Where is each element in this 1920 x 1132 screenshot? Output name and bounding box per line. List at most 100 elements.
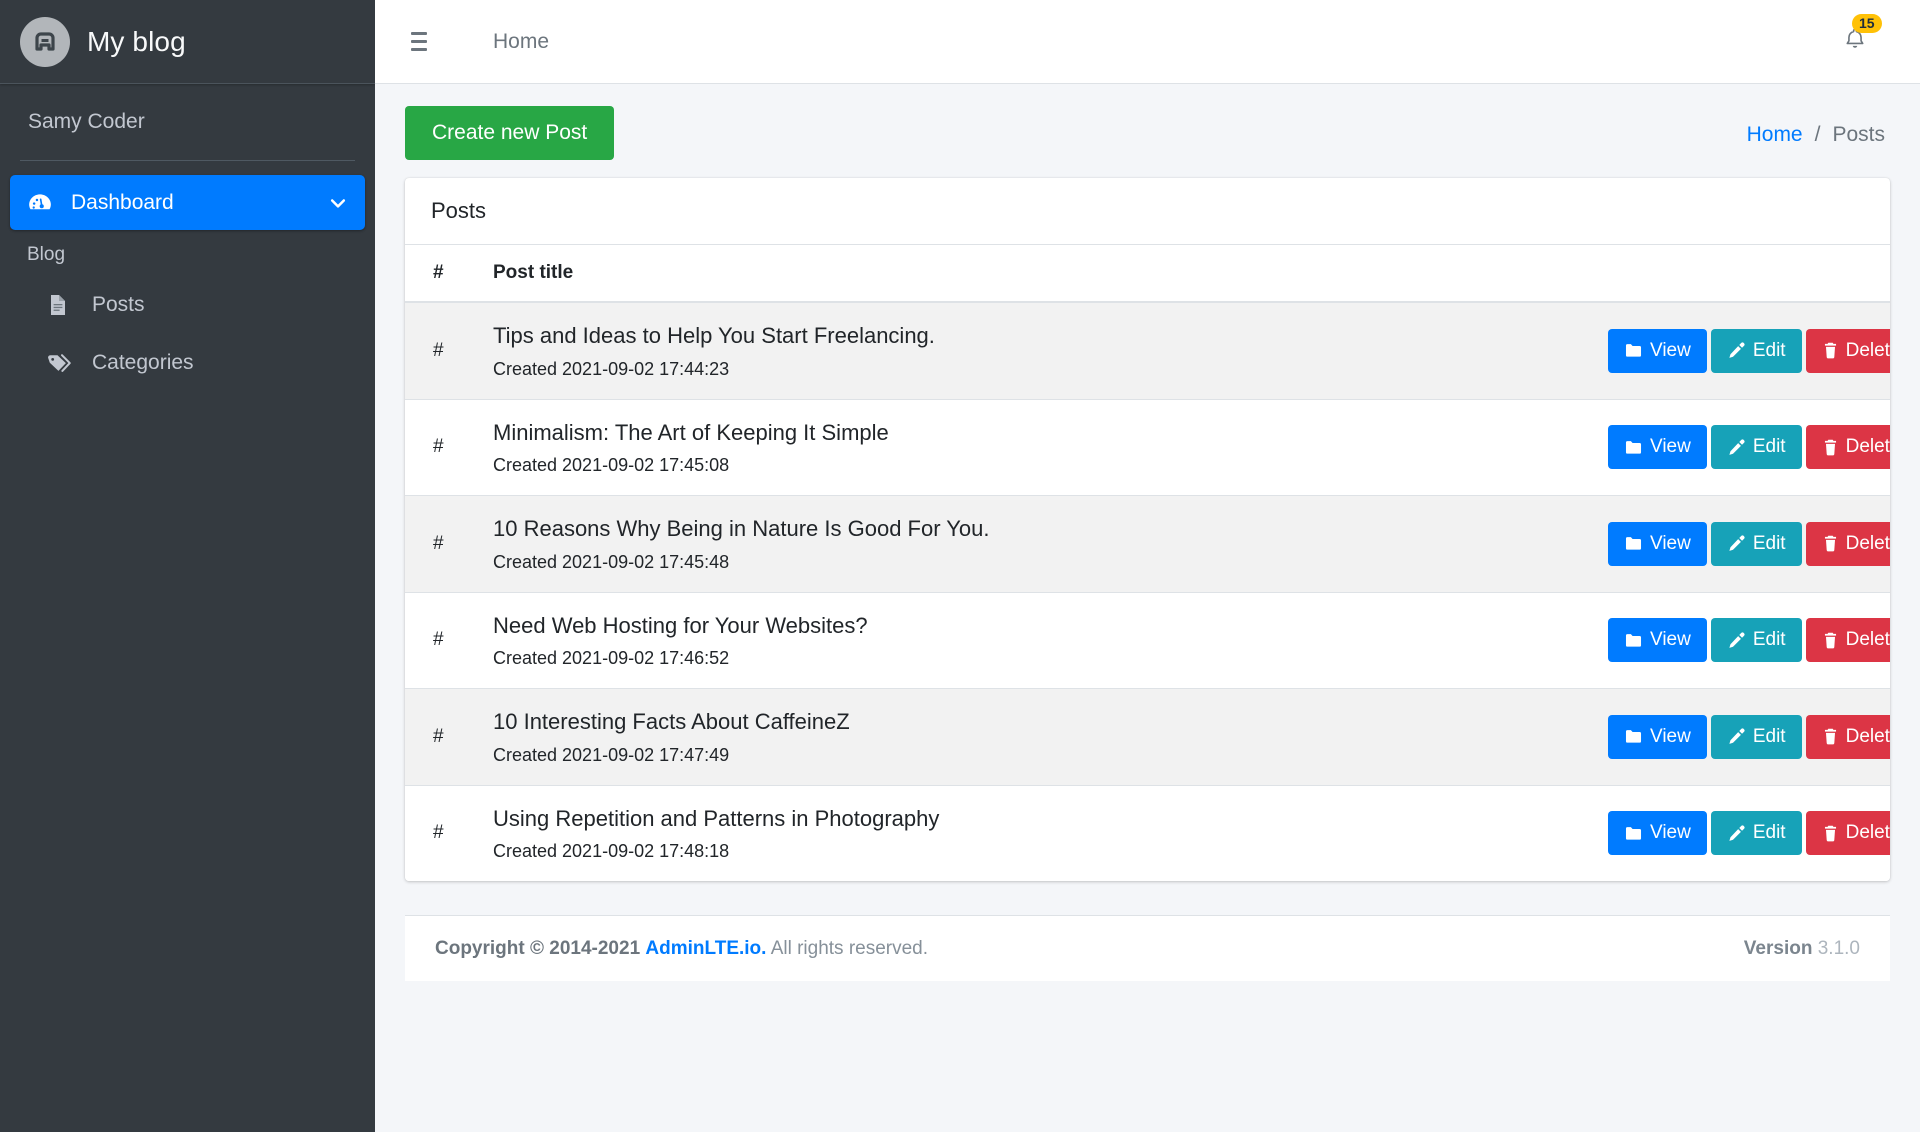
- folder-icon: [1624, 341, 1643, 360]
- pencil-icon: [1727, 534, 1746, 553]
- delete-button[interactable]: Delete: [1805, 328, 1890, 373]
- posts-table: # Post title # Tips and Ideas to Help You…: [405, 245, 1890, 881]
- delete-button[interactable]: Delete: [1805, 618, 1890, 663]
- brand-title: My blog: [87, 25, 186, 57]
- post-created-meta: Created 2021-09-02 17:45:48: [493, 551, 730, 572]
- notification-badge: 15: [1852, 14, 1882, 34]
- post-created-meta: Created 2021-09-02 17:47:49: [493, 744, 730, 765]
- row-hash: #: [405, 784, 471, 881]
- file-lines-icon: [46, 293, 80, 317]
- sidebar-item-posts[interactable]: Posts: [10, 276, 365, 334]
- trash-icon: [1822, 534, 1839, 553]
- delete-button[interactable]: Delete: [1805, 811, 1890, 856]
- column-header-title: Post title: [471, 245, 1590, 303]
- edit-button[interactable]: Edit: [1710, 811, 1802, 856]
- edit-button[interactable]: Edit: [1710, 425, 1802, 470]
- row-hash: #: [433, 339, 444, 361]
- tags-icon: [46, 351, 80, 375]
- delete-button[interactable]: Delete: [1805, 714, 1890, 759]
- delete-button-label: Delete: [1845, 822, 1890, 844]
- footer-brand-link[interactable]: AdminLTE.io.: [645, 938, 766, 959]
- row-actions: View Edit Delete: [1590, 591, 1890, 689]
- post-title: Tips and Ideas to Help You Start Freelan…: [493, 323, 935, 348]
- sidebar-nav: Dashboard Blog Posts Categories: [0, 161, 375, 1132]
- view-button[interactable]: View: [1608, 714, 1707, 759]
- sidebar-item-posts-label: Posts: [92, 293, 145, 316]
- page-footer: Copyright © 2014-2021 AdminLTE.io. All r…: [405, 915, 1890, 981]
- delete-button-label: Delete: [1845, 629, 1890, 651]
- hamburger-icon[interactable]: [405, 24, 433, 59]
- post-title: 10 Interesting Facts About CaffeineZ: [493, 709, 850, 734]
- user-panel: Samy Coder: [20, 84, 355, 161]
- content-area: Posts # Post title # Tips and Ideas to He…: [375, 178, 1920, 1132]
- edit-button-label: Edit: [1752, 629, 1786, 651]
- posts-card: Posts # Post title # Tips and Ideas to He…: [405, 178, 1890, 881]
- view-button[interactable]: View: [1608, 811, 1707, 856]
- edit-button[interactable]: Edit: [1710, 618, 1802, 663]
- breadcrumb-current: Posts: [1832, 123, 1885, 146]
- row-hash: #: [405, 495, 471, 592]
- folder-icon: [1624, 631, 1643, 650]
- delete-button-label: Delete: [1845, 532, 1890, 554]
- view-button[interactable]: View: [1608, 425, 1707, 470]
- folder-icon: [1624, 534, 1643, 553]
- breadcrumb-home[interactable]: Home: [1747, 123, 1803, 147]
- navbar-home-link[interactable]: Home: [493, 30, 549, 54]
- column-header-actions: [1590, 245, 1890, 303]
- edit-button[interactable]: Edit: [1710, 328, 1802, 373]
- row-title-cell: Minimalism: The Art of Keeping It Simple…: [471, 398, 1590, 496]
- delete-button[interactable]: Delete: [1805, 425, 1890, 470]
- row-title-cell: Using Repetition and Patterns in Photogr…: [471, 784, 1590, 881]
- sidebar-item-dashboard[interactable]: Dashboard: [10, 175, 365, 230]
- trash-icon: [1822, 631, 1839, 650]
- table-row: # Using Repetition and Patterns in Photog…: [405, 784, 1890, 881]
- sidebar: My blog Samy Coder Dashboard Blog Posts …: [0, 0, 375, 1132]
- post-created-meta: Created 2021-09-02 17:46:52: [493, 648, 730, 668]
- sidebar-item-categories[interactable]: Categories: [10, 334, 365, 392]
- row-actions: View Edit Delete: [1590, 302, 1890, 399]
- posts-table-head: # Post title: [405, 245, 1890, 303]
- circle-a-logo-icon: [20, 16, 70, 67]
- create-new-post-button[interactable]: Create new Post: [405, 106, 615, 160]
- notifications-button[interactable]: 15: [1836, 14, 1882, 63]
- folder-icon: [1624, 727, 1643, 746]
- table-row: # Tips and Ideas to Help You Start Freela…: [405, 302, 1890, 399]
- delete-button[interactable]: Delete: [1805, 521, 1890, 566]
- post-title: Minimalism: The Art of Keeping It Simple: [493, 419, 889, 445]
- post-title: Using Repetition and Patterns in Photogr…: [493, 805, 940, 831]
- chevron-down-icon[interactable]: [328, 193, 348, 213]
- delete-button-label: Delete: [1845, 339, 1890, 361]
- view-button[interactable]: View: [1608, 618, 1707, 663]
- row-hash: #: [405, 591, 471, 689]
- brand-header[interactable]: My blog: [0, 0, 375, 84]
- edit-button[interactable]: Edit: [1710, 714, 1802, 759]
- folder-icon: [1624, 824, 1643, 843]
- view-button-label: View: [1650, 629, 1691, 651]
- view-button[interactable]: View: [1608, 328, 1707, 373]
- table-row: # Minimalism: The Art of Keeping It Simpl…: [405, 398, 1890, 496]
- view-button[interactable]: View: [1608, 521, 1707, 566]
- footer-copyright: Copyright © 2014-2021 AdminLTE.io. All r…: [435, 938, 928, 960]
- page-title: Posts: [431, 198, 487, 223]
- posts-table-body: # Tips and Ideas to Help You Start Freela…: [405, 302, 1890, 881]
- sidebar-section-header-blog: Blog: [27, 244, 66, 265]
- row-hash: #: [405, 398, 471, 496]
- row-actions: View Edit Delete: [1590, 688, 1890, 785]
- view-button-label: View: [1650, 822, 1691, 844]
- row-title-cell: Need Web Hosting for Your Websites? Creat…: [471, 591, 1590, 689]
- table-row: # Need Web Hosting for Your Websites? Crea…: [405, 591, 1890, 689]
- table-row: #10 Interesting Facts About CaffeineZ Cre…: [405, 688, 1890, 785]
- post-created-meta: Created 2021-09-02 17:44:23: [493, 358, 730, 379]
- row-title-cell: 10 Reasons Why Being in Nature Is Good F…: [471, 495, 1590, 592]
- navbar-right-section: 15: [1836, 14, 1896, 63]
- footer-copyright-text: Copyright © 2014-2021: [435, 937, 641, 959]
- edit-button-label: Edit: [1752, 725, 1786, 747]
- folder-icon: [1624, 438, 1643, 457]
- post-created-meta: Created 2021-09-02 17:45:08: [493, 455, 730, 475]
- pencil-icon: [1727, 727, 1746, 746]
- top-navbar: Home 15: [375, 0, 1920, 84]
- view-button-label: View: [1650, 532, 1691, 554]
- edit-button[interactable]: Edit: [1710, 521, 1802, 566]
- table-row: #10 Reasons Why Being in Nature Is Good …: [405, 495, 1890, 592]
- view-button-label: View: [1650, 339, 1691, 361]
